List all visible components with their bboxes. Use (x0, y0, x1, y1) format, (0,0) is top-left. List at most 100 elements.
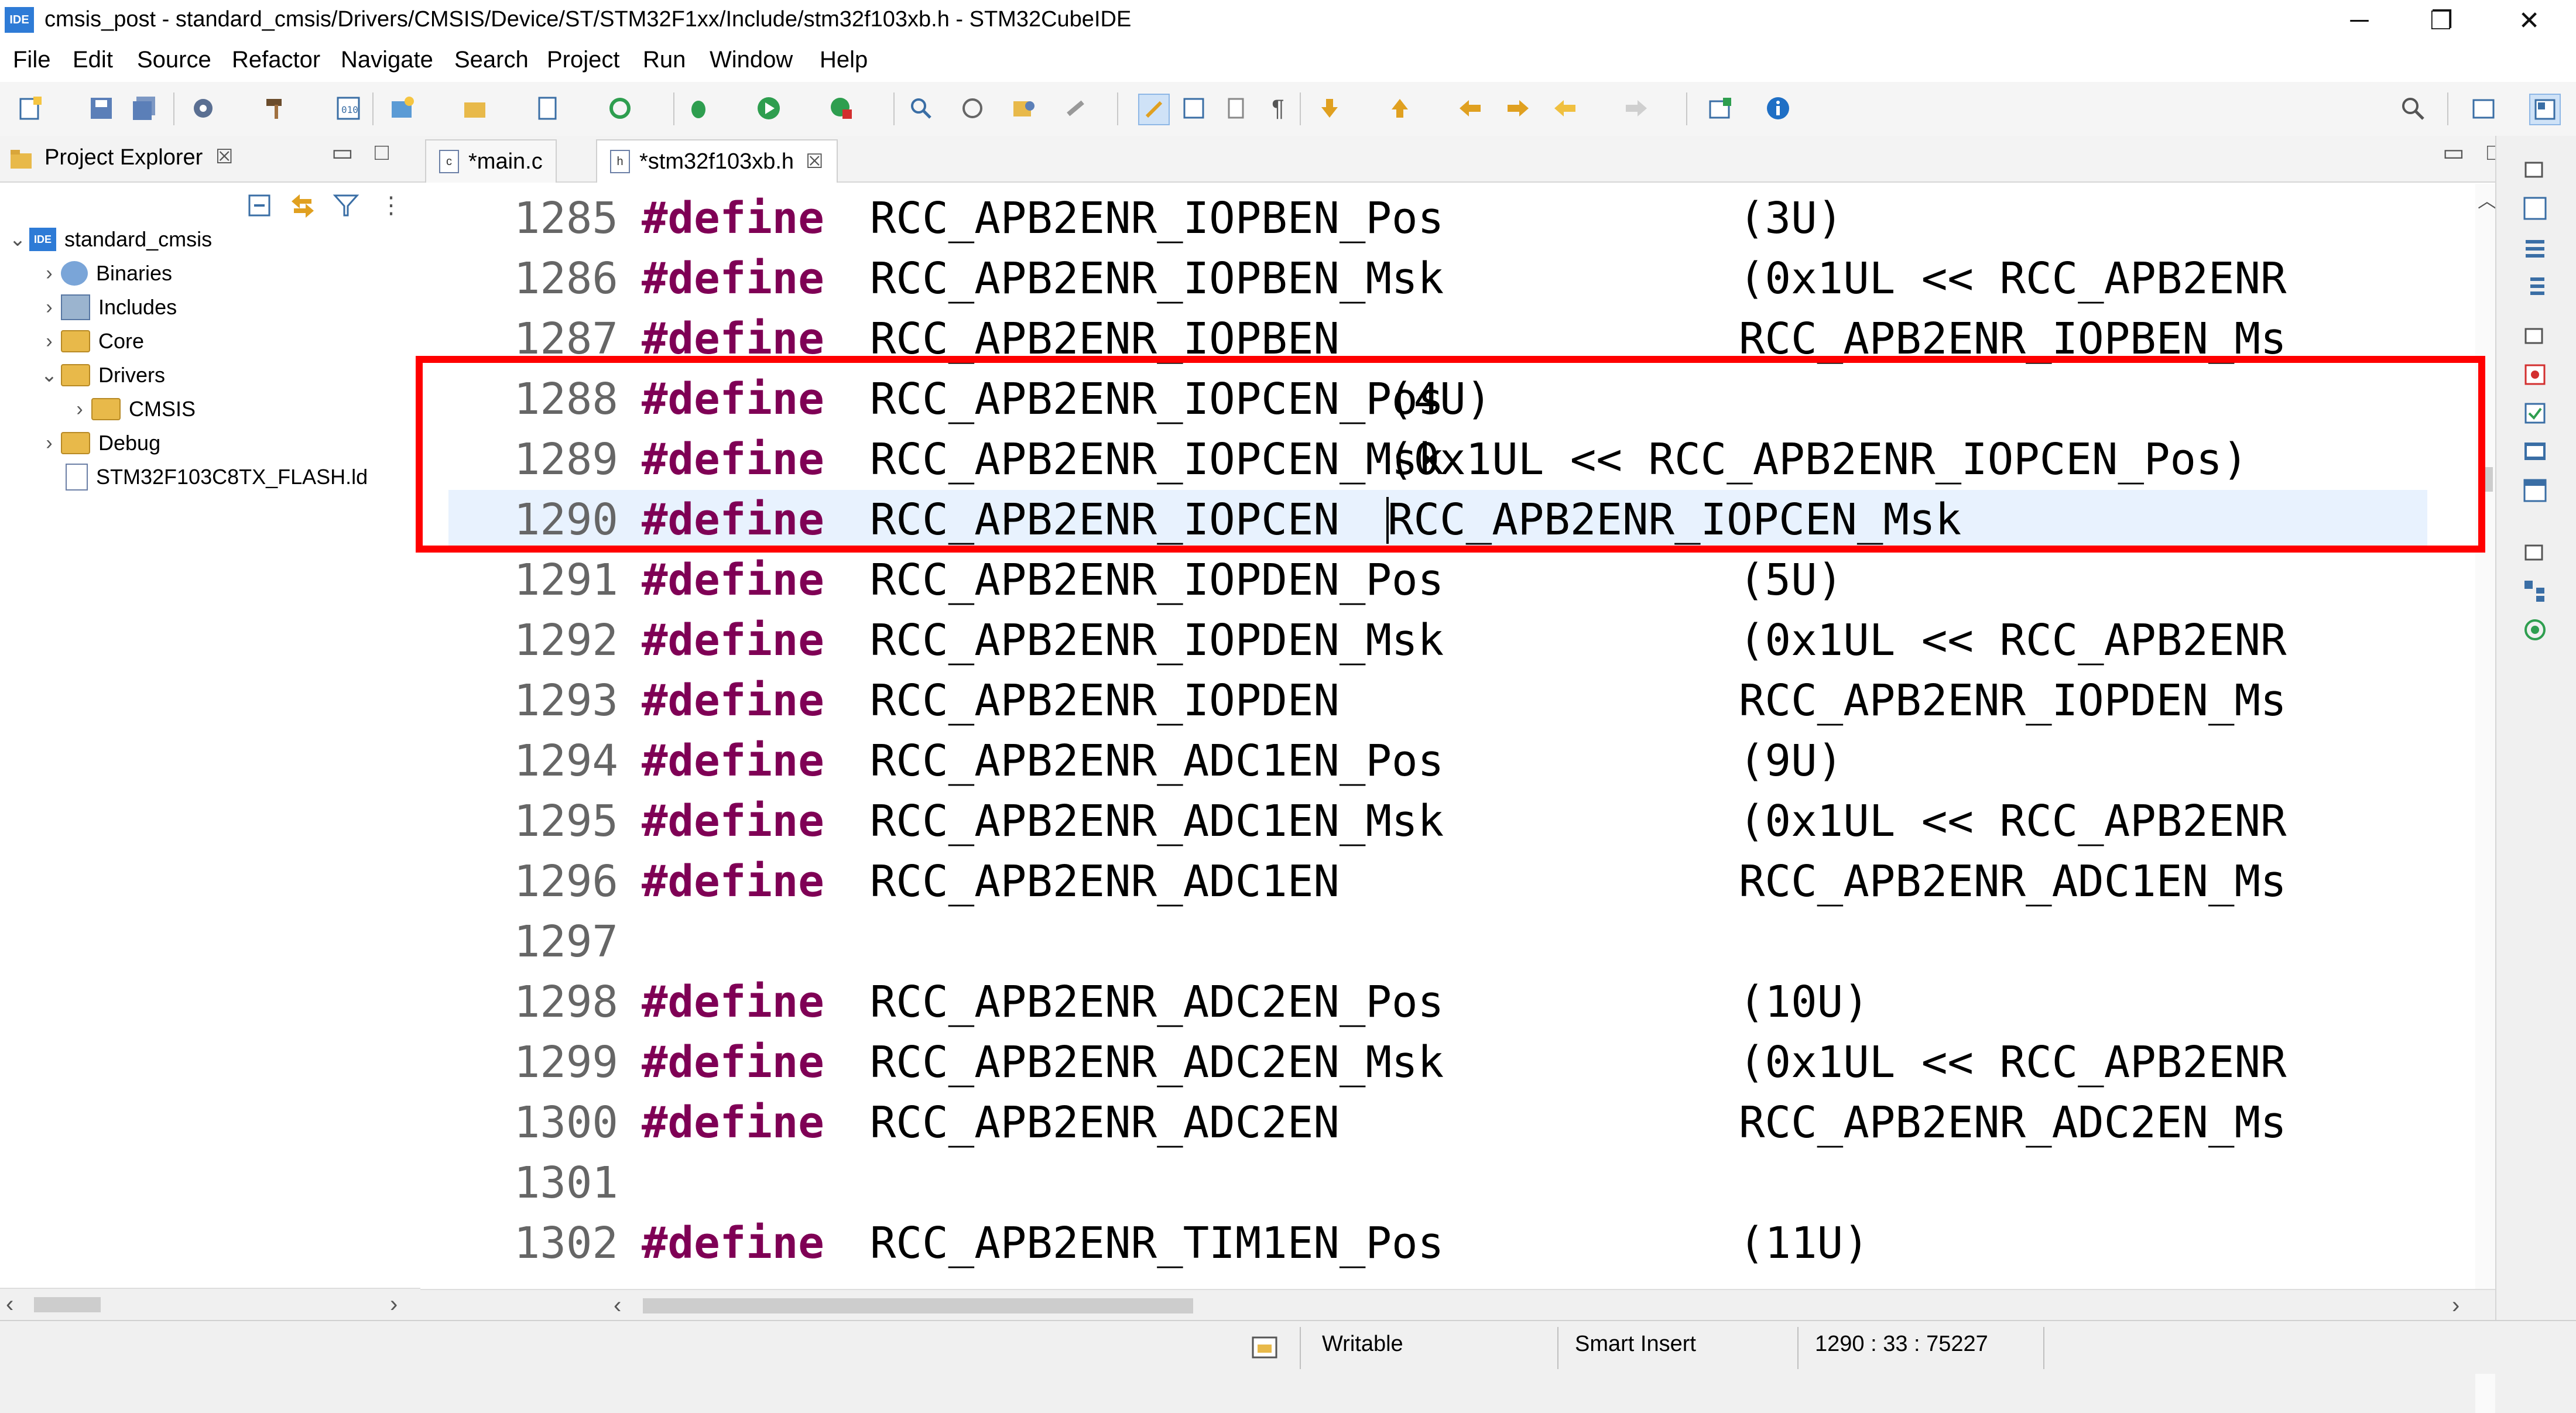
maximize-view-icon[interactable]: □ (375, 139, 389, 166)
restore-button[interactable]: ❐ (2400, 0, 2482, 41)
search-tool-icon[interactable] (906, 94, 936, 123)
tab-stm32f103xb-h[interactable]: h *stm32f103xb.h ☒ (596, 139, 838, 183)
properties-icon[interactable] (2522, 478, 2548, 503)
tree-item-debug[interactable]: › Debug (37, 426, 160, 460)
explorer-horizontal-scrollbar[interactable]: ‹ › (0, 1288, 420, 1321)
filter-icon[interactable] (333, 192, 359, 222)
code-line[interactable]: 1285 #define RCC_APB2ENR_IOPBEN_Pos (3U) (448, 188, 2427, 249)
restore-view-icon[interactable] (2522, 323, 2548, 349)
menu-search[interactable]: Search (454, 47, 529, 73)
code-line[interactable]: 1286 #define RCC_APB2ENR_IOPBEN_Msk (0x1UL … (448, 249, 2427, 309)
close-icon[interactable]: ☒ (215, 145, 233, 169)
gear-icon[interactable] (189, 94, 218, 123)
refresh-icon[interactable] (605, 94, 635, 123)
tree-item-includes[interactable]: › Includes (37, 290, 177, 324)
save-all-icon[interactable] (130, 94, 159, 123)
menu-project[interactable]: Project (547, 47, 620, 73)
forward-icon[interactable] (1622, 94, 1651, 123)
chevron-right-icon[interactable]: › (37, 262, 61, 285)
open-type-icon[interactable] (1009, 94, 1039, 123)
close-icon[interactable]: ☒ (806, 150, 823, 173)
new-file-icon[interactable] (533, 94, 562, 123)
debug-icon[interactable] (684, 94, 713, 123)
hammer-icon[interactable] (261, 94, 290, 123)
chevron-down-icon[interactable]: ⌄ (6, 228, 29, 251)
code-line[interactable]: 1291 #define RCC_APB2ENR_IOPDEN_Pos (5U) (448, 550, 2427, 611)
scroll-right-icon[interactable]: › (390, 1291, 398, 1318)
menu-file[interactable]: File (13, 47, 50, 73)
last-edit-icon[interactable] (1455, 94, 1485, 123)
build-analyzer-icon[interactable] (2522, 234, 2548, 260)
close-button[interactable]: ✕ (2488, 0, 2570, 41)
search-icon[interactable] (2398, 94, 2427, 123)
chevron-down-icon[interactable]: ⌄ (37, 363, 61, 387)
menu-source[interactable]: Source (137, 47, 211, 73)
menu-window[interactable]: Window (710, 47, 793, 73)
back-icon[interactable] (1550, 94, 1580, 123)
editor-horizontal-scrollbar[interactable]: ‹ › (420, 1289, 2495, 1322)
status-icon[interactable] (1251, 1333, 1280, 1365)
code-line[interactable]: 1296 #define RCC_APB2ENR_ADC1EN RCC_APB2ENR… (448, 852, 2427, 912)
chevron-right-icon[interactable]: › (37, 432, 61, 455)
chevron-right-icon[interactable]: › (37, 296, 61, 319)
previous-annotation-icon[interactable] (1385, 94, 1414, 123)
minimize-view-icon[interactable]: ▭ (331, 139, 354, 166)
project-explorer-tab[interactable]: Project Explorer (44, 145, 203, 170)
code-line[interactable]: 1302 #define RCC_APB2ENR_TIM1EN_Pos (11U) (448, 1213, 2427, 1274)
toggle-block-icon[interactable] (1179, 94, 1208, 123)
external-tools-icon[interactable] (827, 94, 856, 123)
menu-navigate[interactable]: Navigate (341, 47, 433, 73)
minimize-button[interactable]: ─ (2318, 0, 2400, 41)
tools-icon[interactable] (1061, 94, 1090, 123)
outline-view-icon[interactable] (2522, 273, 2548, 299)
tree-item-cmsis[interactable]: › CMSIS (68, 392, 196, 426)
run-icon[interactable] (754, 94, 783, 123)
code-line[interactable]: 1299 #define RCC_APB2ENR_ADC2EN_Msk (0x1UL … (448, 1033, 2427, 1093)
new-project-icon[interactable] (388, 94, 417, 123)
mark-occurrences-icon[interactable] (1138, 94, 1170, 125)
menu-refactor[interactable]: Refactor (232, 47, 320, 73)
scrollbar-thumb[interactable] (34, 1297, 101, 1312)
code-line[interactable]: 1297 (448, 912, 2427, 972)
collapse-all-icon[interactable] (246, 192, 273, 222)
menu-edit[interactable]: Edit (73, 47, 113, 73)
binary-view-icon[interactable] (2522, 196, 2548, 221)
code-line[interactable]: 1292 #define RCC_APB2ENR_IOPDEN_Msk (0x1UL … (448, 611, 2427, 671)
scroll-up-icon[interactable]: ︿ (2478, 186, 2496, 213)
tab-main-c[interactable]: c *main.c (425, 139, 557, 183)
info-icon[interactable] (1763, 94, 1793, 123)
new-icon[interactable] (16, 94, 46, 123)
next-annotation-icon[interactable] (1315, 94, 1344, 123)
tree-item-linker-script[interactable]: STM32F103C8TX_FLASH.ld (66, 460, 368, 494)
c-cpp-perspective-icon[interactable] (2529, 94, 2561, 125)
forward-edit-icon[interactable] (1503, 94, 1533, 123)
perspective-icon[interactable] (2469, 94, 2499, 123)
tree-item-binaries[interactable]: › Binaries (37, 256, 172, 290)
open-perspective-icon[interactable] (1706, 94, 1735, 123)
code-line[interactable]: 1294 #define RCC_APB2ENR_ADC1EN_Pos (9U) (448, 731, 2427, 791)
touch-icon[interactable] (958, 94, 987, 123)
code-line[interactable]: 1298 #define RCC_APB2ENR_ADC2EN_Pos (10U) (448, 972, 2427, 1033)
code-line[interactable]: 1293 #define RCC_APB2ENR_IOPDEN RCC_APB2ENR… (448, 671, 2427, 731)
code-line[interactable]: 1295 #define RCC_APB2ENR_ADC1EN_Msk (0x1UL … (448, 791, 2427, 852)
scroll-left-icon[interactable]: ‹ (6, 1291, 13, 1318)
binary-icon[interactable]: 010 (334, 94, 363, 123)
code-line[interactable]: 1300 #define RCC_APB2ENR_ADC2EN RCC_APB2ENR… (448, 1093, 2427, 1153)
scroll-left-icon[interactable]: ‹ (614, 1292, 621, 1319)
tree-item-drivers[interactable]: ⌄ Drivers (37, 358, 165, 392)
open-folder-icon[interactable] (460, 94, 489, 123)
scroll-right-icon[interactable]: › (2452, 1292, 2459, 1319)
menu-help[interactable]: Help (820, 47, 868, 73)
tasks-icon[interactable] (2522, 400, 2548, 426)
tree-item-core[interactable]: › Core (37, 324, 144, 358)
minimize-view-icon[interactable]: ▭ (2443, 139, 2465, 166)
chevron-right-icon[interactable]: › (37, 330, 61, 353)
scrollbar-thumb[interactable] (643, 1298, 1193, 1313)
hierarchy-icon[interactable] (2522, 578, 2548, 604)
restore-view-icon[interactable] (2522, 157, 2548, 183)
block-selection-icon[interactable] (1221, 94, 1251, 123)
console-icon[interactable] (2522, 439, 2548, 465)
link-editor-icon[interactable] (289, 192, 316, 222)
target-icon[interactable] (2522, 617, 2548, 643)
tree-item-standard-cmsis[interactable]: ⌄ IDE standard_cmsis (6, 222, 212, 256)
